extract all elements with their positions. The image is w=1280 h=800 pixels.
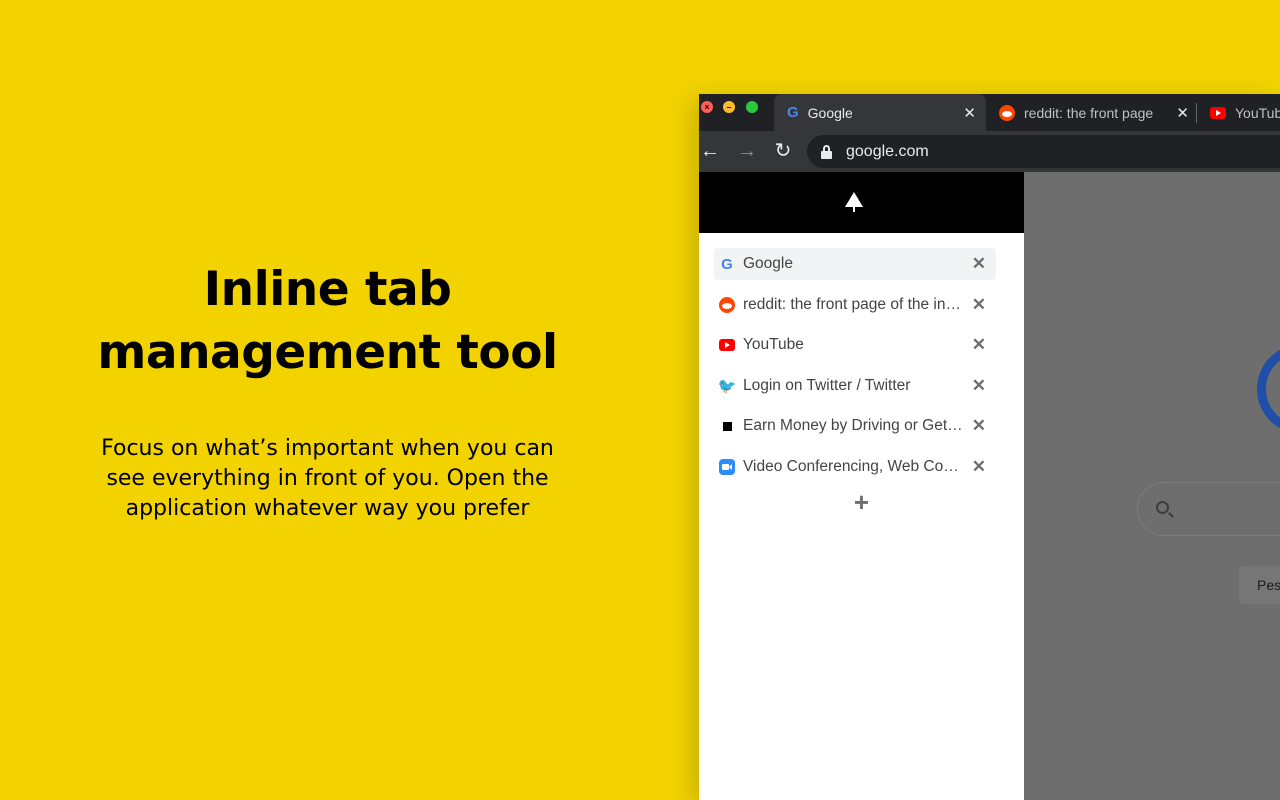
list-item[interactable]: 🐦 Login on Twitter / Twitter ✕: [714, 370, 996, 402]
browser-window: × – G Google ✕ reddit: the front page ✕ …: [699, 94, 1280, 800]
youtube-icon: [1210, 107, 1226, 119]
tree-icon: [844, 191, 864, 213]
list-item[interactable]: Earn Money by Driving or Get a Ride ✕: [714, 410, 996, 442]
panel-tab-list: G Google ✕ reddit: the front page of the…: [699, 233, 1024, 518]
forward-button[interactable]: →: [736, 140, 758, 162]
promo-description: Focus on what’s important when you can s…: [40, 434, 615, 524]
reddit-icon: [719, 297, 735, 313]
twitter-icon: 🐦: [719, 378, 735, 394]
address-bar[interactable]: google.com: [807, 135, 1280, 168]
close-icon[interactable]: ✕: [1176, 104, 1189, 122]
google-icon: G: [719, 256, 735, 272]
lock-icon: [821, 145, 832, 159]
reddit-icon: [999, 105, 1015, 121]
close-icon[interactable]: ✕: [972, 254, 986, 274]
google-search-button[interactable]: Pes: [1239, 566, 1280, 604]
close-icon[interactable]: ✕: [972, 295, 986, 315]
close-icon[interactable]: ✕: [972, 457, 986, 477]
browser-toolbar: ← → ↻ google.com: [699, 131, 1280, 172]
promo-title: Inline tab management tool: [40, 258, 615, 384]
browser-tab-reddit[interactable]: reddit: the front page ✕: [989, 94, 1199, 131]
tab-manager-panel: G Google ✕ reddit: the front page of the…: [699, 172, 1024, 800]
add-tab-button[interactable]: +: [699, 487, 1024, 518]
close-icon[interactable]: ✕: [963, 104, 976, 122]
panel-header: [699, 172, 1024, 233]
close-icon[interactable]: ✕: [972, 416, 986, 436]
window-maximize-button[interactable]: [746, 101, 758, 113]
zoom-icon: [719, 459, 735, 475]
google-search-box[interactable]: [1137, 482, 1280, 536]
reload-button[interactable]: ↻: [772, 140, 794, 162]
list-item[interactable]: YouTube ✕: [714, 329, 996, 361]
back-button[interactable]: ←: [699, 140, 721, 162]
list-item[interactable]: reddit: the front page of the internet ✕: [714, 289, 996, 321]
google-icon: G: [787, 104, 799, 121]
close-icon[interactable]: ✕: [972, 335, 986, 355]
list-item[interactable]: G Google ✕: [714, 248, 996, 280]
list-item[interactable]: Video Conferencing, Web Conferencing ✕: [714, 451, 996, 483]
close-icon[interactable]: ✕: [972, 376, 986, 396]
tab-strip: × – G Google ✕ reddit: the front page ✕ …: [699, 94, 1280, 131]
tab-divider: [1196, 103, 1197, 123]
window-minimize-button[interactable]: –: [723, 101, 735, 113]
browser-tab-google[interactable]: G Google ✕: [774, 94, 986, 131]
google-logo-fragment: [1257, 344, 1280, 434]
square-icon: [723, 422, 732, 431]
youtube-icon: [719, 339, 735, 351]
window-close-button[interactable]: ×: [701, 101, 713, 113]
search-icon: [1156, 501, 1169, 514]
promo-text: Inline tab management tool Focus on what…: [40, 258, 615, 524]
browser-tab-youtube[interactable]: YouTub: [1204, 94, 1280, 131]
url-text: google.com: [846, 143, 929, 161]
